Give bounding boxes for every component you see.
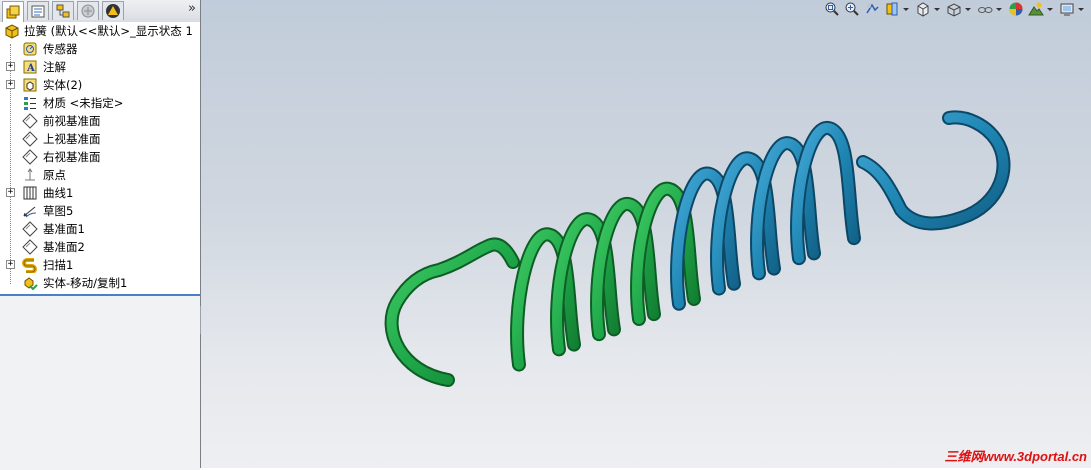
dimxpert-icon (81, 4, 95, 18)
feature-manager-panel: » 拉簧 (默认<<默认>_显示状态 1 传感器 + A 注解 + 实体(2) … (0, 0, 201, 470)
spring-blue-half (670, 110, 1011, 311)
tree-item-sketch5[interactable]: 草图5 (0, 202, 200, 220)
tree-item-plane1[interactable]: 基准面1 (0, 220, 200, 238)
tree-item-sweep1[interactable]: + 扫描1 (0, 256, 200, 274)
tree-root-part[interactable]: 拉簧 (默认<<默认>_显示状态 1 (0, 22, 200, 40)
origin-icon (25, 168, 35, 181)
display-manager-tab[interactable] (102, 1, 124, 20)
tree-item-label: 前视基准面 (43, 114, 101, 128)
expand-tabs-icon[interactable]: » (188, 1, 196, 16)
tree-item-annotations[interactable]: + A 注解 (0, 58, 200, 76)
expand-toggle[interactable]: + (6, 62, 15, 71)
expand-toggle[interactable]: + (6, 260, 15, 269)
tree-item-label: 基准面2 (43, 240, 85, 254)
solid-bodies-icon (23, 78, 37, 92)
tree-item-label: 注解 (43, 60, 66, 74)
tree-item-material[interactable]: 材质 <未指定> (0, 94, 200, 112)
configuration-manager-tab[interactable] (52, 1, 74, 20)
tree-item-label: 传感器 (43, 42, 78, 56)
tree-item-sensors[interactable]: 传感器 (0, 40, 200, 58)
expand-toggle[interactable]: + (6, 80, 15, 89)
plane-icon (22, 221, 38, 237)
plane-icon (22, 113, 38, 129)
material-icon (24, 97, 36, 110)
expand-toggle[interactable]: + (6, 188, 15, 197)
tree-item-front-plane[interactable]: 前视基准面 (0, 112, 200, 130)
helix-curve-icon (23, 186, 37, 200)
tree-item-label: 上视基准面 (43, 132, 101, 146)
move-copy-body-icon (24, 277, 38, 291)
tree-root-label: 拉簧 (默认<<默认>_显示状态 1 (24, 24, 193, 38)
feature-tree: 拉簧 (默认<<默认>_显示状态 1 传感器 + A 注解 + 实体(2) 材质… (0, 22, 200, 294)
sensor-icon (23, 42, 37, 56)
tree-item-label: 扫描1 (43, 258, 74, 272)
tree-item-label: 实体(2) (43, 78, 83, 92)
spring-green-half (384, 181, 701, 387)
tree-item-solid-bodies[interactable]: + 实体(2) (0, 76, 200, 94)
tree-item-origin[interactable]: 原点 (0, 166, 200, 184)
tree-item-move-copy-body[interactable]: 实体-移动/复制1 (0, 274, 200, 292)
tree-item-right-plane[interactable]: 右视基准面 (0, 148, 200, 166)
display-manager-icon (106, 4, 120, 18)
part-icon (5, 24, 19, 39)
plane-icon (22, 149, 38, 165)
svg-text:A: A (26, 63, 35, 74)
panel-empty-area (0, 294, 200, 470)
tree-item-top-plane[interactable]: 上视基准面 (0, 130, 200, 148)
tree-item-label: 实体-移动/复制1 (43, 276, 128, 290)
tree-item-label: 材质 <未指定> (43, 96, 124, 110)
extension-spring-model[interactable] (201, 0, 1091, 468)
tree-item-plane2[interactable]: 基准面2 (0, 238, 200, 256)
tree-item-label: 右视基准面 (43, 150, 101, 164)
configuration-icon (56, 4, 70, 18)
sketch-icon (23, 206, 37, 218)
watermark-text: 三维网www.3dportal.cn (944, 449, 1087, 464)
annotation-icon: A (23, 60, 37, 74)
sweep-icon (22, 258, 37, 273)
tree-item-label: 草图5 (43, 204, 74, 218)
property-icon (31, 5, 45, 18)
tree-item-curve1[interactable]: + 曲线1 (0, 184, 200, 202)
feature-tree-icon (6, 5, 20, 19)
panel-tab-bar: » (0, 0, 200, 23)
tree-item-label: 基准面1 (43, 222, 85, 236)
tree-item-label: 曲线1 (43, 186, 74, 200)
dimxpert-tab[interactable] (77, 1, 99, 20)
plane-icon (22, 131, 38, 147)
feature-manager-tab[interactable] (2, 1, 24, 22)
tree-item-label: 原点 (43, 168, 66, 182)
plane-icon (22, 239, 38, 255)
graphics-area[interactable]: 三维网www.3dportal.cn (201, 0, 1091, 468)
property-manager-tab[interactable] (27, 1, 49, 20)
